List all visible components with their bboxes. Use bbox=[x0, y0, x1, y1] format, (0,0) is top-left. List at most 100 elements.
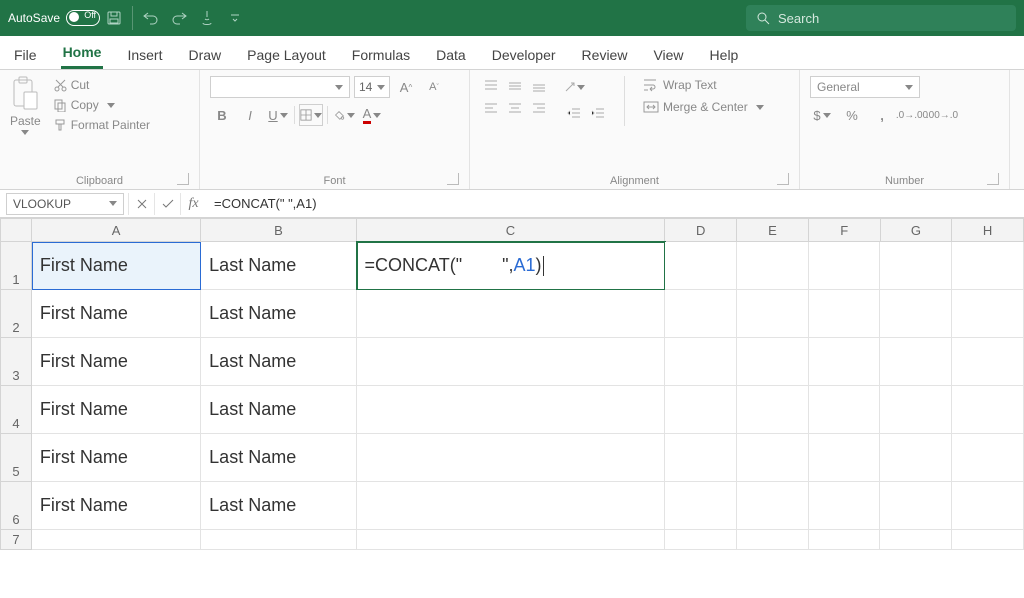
accept-formula-icon[interactable] bbox=[154, 193, 180, 215]
toggle-switch[interactable]: Off bbox=[66, 10, 100, 26]
cell-B4[interactable]: Last Name bbox=[201, 386, 356, 434]
cell-D7[interactable] bbox=[665, 530, 737, 550]
align-left-icon[interactable] bbox=[480, 98, 502, 118]
cell-G2[interactable] bbox=[880, 290, 952, 338]
cell-A7[interactable] bbox=[32, 530, 201, 550]
cell-E6[interactable] bbox=[737, 482, 809, 530]
tab-help[interactable]: Help bbox=[708, 41, 741, 69]
cell-F3[interactable] bbox=[809, 338, 881, 386]
cell-A6[interactable]: First Name bbox=[32, 482, 201, 530]
tab-file[interactable]: File bbox=[12, 41, 39, 69]
column-header-B[interactable]: B bbox=[201, 218, 356, 242]
tab-page-layout[interactable]: Page Layout bbox=[245, 41, 328, 69]
cell-F6[interactable] bbox=[809, 482, 881, 530]
cell-B6[interactable]: Last Name bbox=[201, 482, 356, 530]
cell-A5[interactable]: First Name bbox=[32, 434, 201, 482]
font-size-select[interactable]: 14 bbox=[354, 76, 390, 98]
cancel-formula-icon[interactable] bbox=[128, 193, 154, 215]
cell-B2[interactable]: Last Name bbox=[201, 290, 356, 338]
cell-G3[interactable] bbox=[880, 338, 952, 386]
cell-C7[interactable] bbox=[357, 530, 666, 550]
cell-H2[interactable] bbox=[952, 290, 1024, 338]
tab-home[interactable]: Home bbox=[61, 38, 104, 69]
cell-B1[interactable]: Last Name bbox=[201, 242, 356, 290]
orientation-button[interactable] bbox=[562, 76, 586, 98]
cell-D6[interactable] bbox=[665, 482, 737, 530]
italic-button[interactable]: I bbox=[238, 104, 262, 126]
cell-D4[interactable] bbox=[665, 386, 737, 434]
cell-G6[interactable] bbox=[880, 482, 952, 530]
row-header-4[interactable]: 4 bbox=[0, 386, 32, 434]
cell-H1[interactable] bbox=[952, 242, 1024, 290]
cell-D2[interactable] bbox=[665, 290, 737, 338]
increase-indent-icon[interactable] bbox=[586, 102, 610, 124]
cell-A1[interactable]: First Name bbox=[32, 242, 201, 290]
column-header-E[interactable]: E bbox=[737, 218, 809, 242]
cell-F1[interactable] bbox=[809, 242, 881, 290]
cell-H3[interactable] bbox=[952, 338, 1024, 386]
borders-button[interactable] bbox=[299, 104, 323, 126]
cell-E7[interactable] bbox=[737, 530, 809, 550]
format-painter-button[interactable]: Format Painter bbox=[49, 116, 154, 134]
cell-A3[interactable]: First Name bbox=[32, 338, 201, 386]
comma-button[interactable]: , bbox=[870, 104, 894, 126]
underline-button[interactable]: U bbox=[266, 104, 290, 126]
cell-D5[interactable] bbox=[665, 434, 737, 482]
grow-font-icon[interactable]: A^ bbox=[394, 76, 418, 98]
cell-H7[interactable] bbox=[952, 530, 1024, 550]
cut-button[interactable]: Cut bbox=[49, 76, 154, 94]
column-header-C[interactable]: C bbox=[357, 218, 666, 242]
cell-E5[interactable] bbox=[737, 434, 809, 482]
cell-E4[interactable] bbox=[737, 386, 809, 434]
align-middle-icon[interactable] bbox=[504, 76, 526, 96]
align-right-icon[interactable] bbox=[528, 98, 550, 118]
save-icon[interactable] bbox=[100, 4, 128, 32]
touch-mode-icon[interactable] bbox=[193, 4, 221, 32]
cell-B3[interactable]: Last Name bbox=[201, 338, 356, 386]
cell-G4[interactable] bbox=[880, 386, 952, 434]
row-header-3[interactable]: 3 bbox=[0, 338, 32, 386]
row-header-7[interactable]: 7 bbox=[0, 530, 32, 550]
cell-F4[interactable] bbox=[809, 386, 881, 434]
cell-B7[interactable] bbox=[201, 530, 356, 550]
cell-G1[interactable] bbox=[880, 242, 952, 290]
font-launcher-icon[interactable] bbox=[447, 173, 459, 185]
font-color-button[interactable]: A bbox=[360, 104, 384, 126]
currency-button[interactable]: $ bbox=[810, 104, 834, 126]
column-header-D[interactable]: D bbox=[665, 218, 737, 242]
redo-icon[interactable] bbox=[165, 4, 193, 32]
cell-D3[interactable] bbox=[665, 338, 737, 386]
alignment-launcher-icon[interactable] bbox=[777, 173, 789, 185]
cell-E2[interactable] bbox=[737, 290, 809, 338]
formula-input[interactable]: =CONCAT(" ",A1) bbox=[206, 196, 1024, 211]
cell-C4[interactable] bbox=[357, 386, 666, 434]
autosave-toggle[interactable]: AutoSave Off bbox=[8, 10, 100, 26]
column-header-A[interactable]: A bbox=[32, 218, 201, 242]
cell-D1[interactable] bbox=[665, 242, 737, 290]
number-format-select[interactable]: General bbox=[810, 76, 920, 98]
align-top-icon[interactable] bbox=[480, 76, 502, 96]
paste-button[interactable]: Paste bbox=[10, 76, 41, 135]
cell-A4[interactable]: First Name bbox=[32, 386, 201, 434]
search-box[interactable]: Search bbox=[746, 5, 1016, 31]
row-header-1[interactable]: 1 bbox=[0, 242, 32, 290]
tab-view[interactable]: View bbox=[651, 41, 685, 69]
font-name-select[interactable] bbox=[210, 76, 350, 98]
tab-data[interactable]: Data bbox=[434, 41, 468, 69]
cell-F2[interactable] bbox=[809, 290, 881, 338]
tab-review[interactable]: Review bbox=[580, 41, 630, 69]
column-header-F[interactable]: F bbox=[809, 218, 881, 242]
cell-E1[interactable] bbox=[737, 242, 809, 290]
fx-icon[interactable]: fx bbox=[180, 193, 206, 215]
cell-B5[interactable]: Last Name bbox=[201, 434, 356, 482]
tab-formulas[interactable]: Formulas bbox=[350, 41, 412, 69]
wrap-text-button[interactable]: Wrap Text bbox=[639, 76, 768, 94]
shrink-font-icon[interactable]: Aˇ bbox=[422, 76, 446, 98]
tab-draw[interactable]: Draw bbox=[186, 41, 223, 69]
decrease-decimal-icon[interactable]: .00→.0 bbox=[930, 104, 954, 126]
align-bottom-icon[interactable] bbox=[528, 76, 550, 96]
cell-H5[interactable] bbox=[952, 434, 1024, 482]
cell-H6[interactable] bbox=[952, 482, 1024, 530]
cell-F5[interactable] bbox=[809, 434, 881, 482]
tab-developer[interactable]: Developer bbox=[490, 41, 558, 69]
